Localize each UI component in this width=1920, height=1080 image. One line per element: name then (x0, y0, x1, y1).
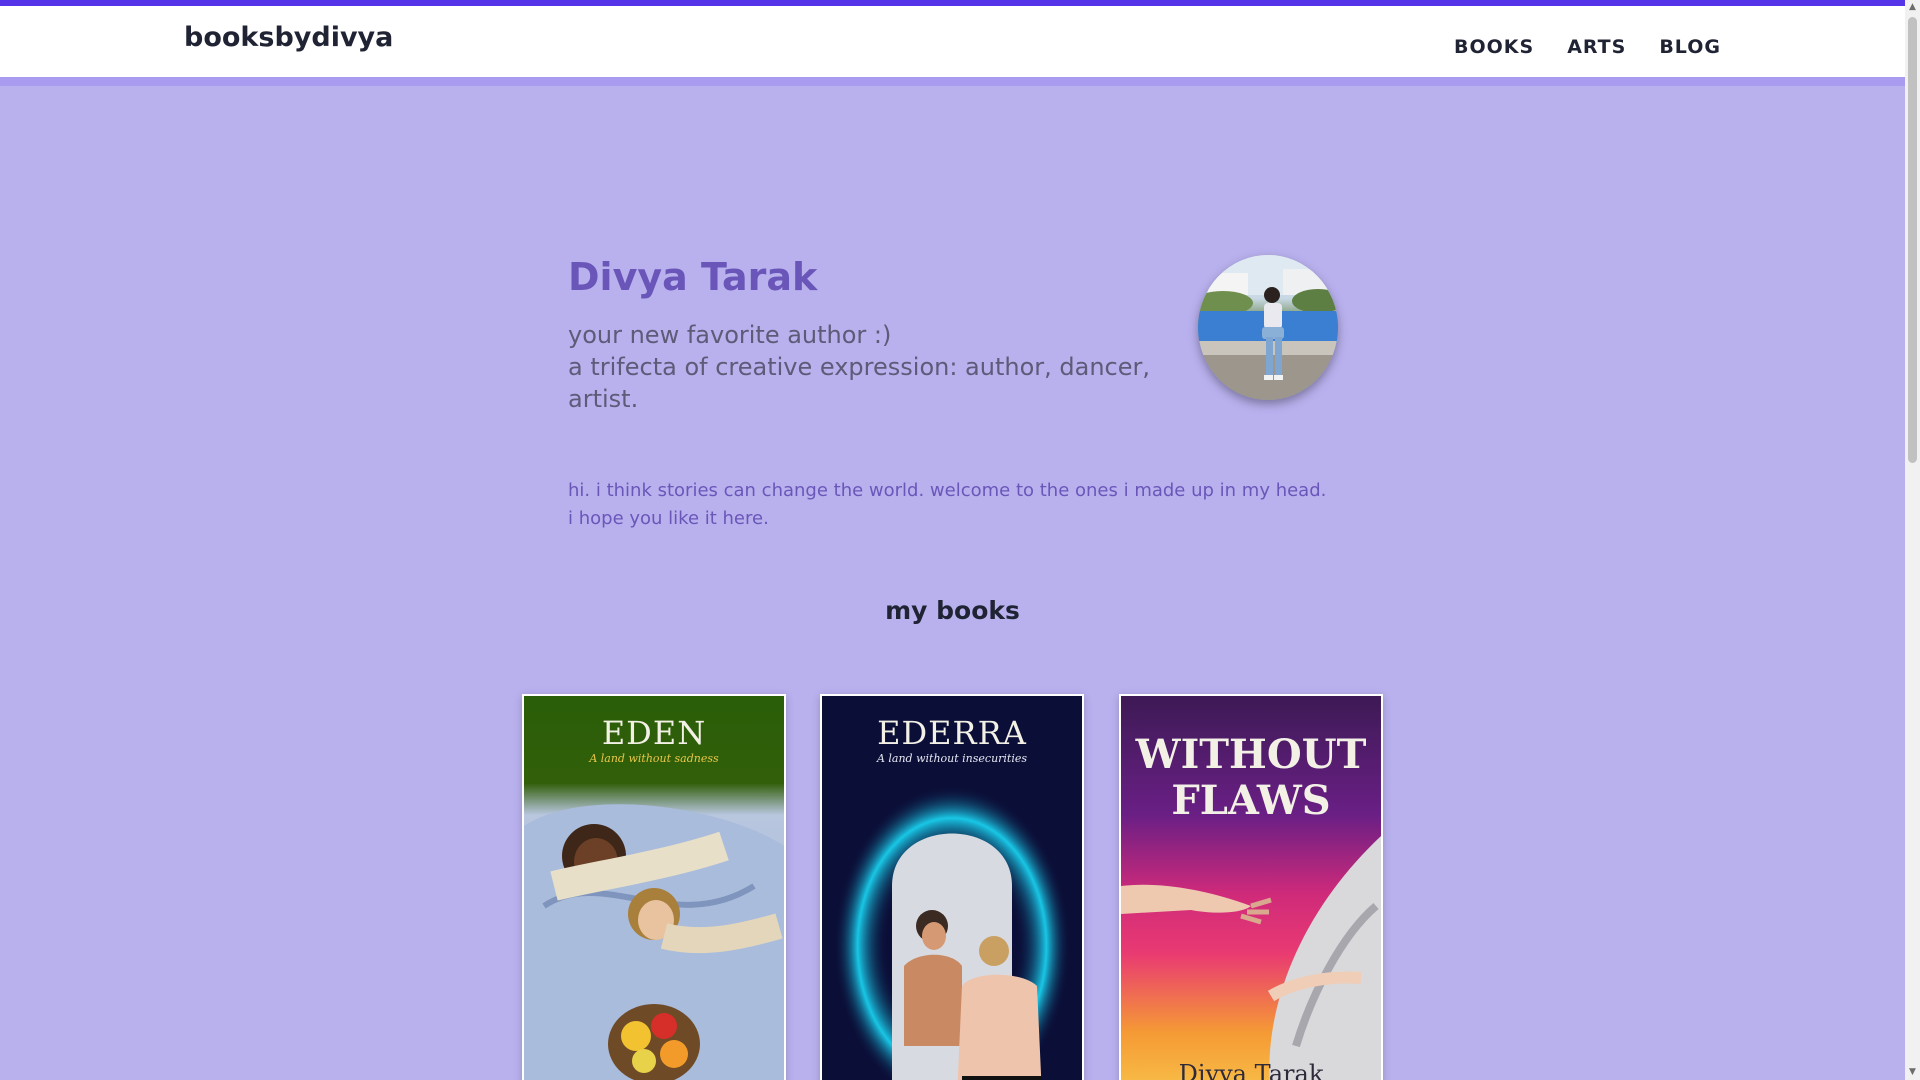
tagline-line-2: a trifecta of creative expression: autho… (568, 352, 1151, 413)
avatar-photo-illustration (1198, 255, 1338, 400)
tagline-line-1: your new favorite author :) (568, 320, 892, 349)
main-nav: BOOKS ARTS BLOG (1454, 36, 1721, 58)
navbar: booksbydivya BOOKS ARTS BLOG (0, 6, 1905, 86)
nav-link-blog[interactable]: BLOG (1659, 36, 1721, 58)
tagline: your new favorite author :) a trifecta o… (568, 319, 1158, 415)
book-author: Divya Tarak (1178, 1060, 1324, 1080)
scrollbar-thumb[interactable] (1908, 17, 1917, 463)
scroll-up-icon[interactable]: ▲ (1905, 0, 1920, 15)
book-subtitle: A land without insecurities (876, 752, 1028, 765)
books-section-title: my books (885, 596, 1020, 625)
book-cover-art (834, 786, 1070, 1080)
scroll-down-icon[interactable]: ▼ (1905, 1065, 1920, 1080)
nav-link-arts[interactable]: ARTS (1567, 36, 1626, 58)
brand-logo-link[interactable]: booksbydivya (184, 22, 393, 53)
intro-line-1: hi. i think stories can change the world… (568, 480, 1327, 501)
book-title: EDEN (601, 714, 707, 752)
book-card-ederra[interactable]: EDERRA A land without insecurities (820, 694, 1084, 1080)
page-scrollbar[interactable]: ▲ ▼ (1905, 0, 1920, 1080)
book-card-eden[interactable]: EDEN A land without sadness (522, 694, 786, 1080)
book-cover-art (1121, 836, 1381, 1080)
author-avatar (1198, 255, 1338, 400)
intro-text: hi. i think stories can change the world… (568, 477, 1358, 533)
nav-link-books[interactable]: BOOKS (1454, 36, 1534, 58)
book-cover-art (524, 804, 784, 1080)
book-title: EDERRA (877, 714, 1027, 752)
book-card-without-flaws[interactable]: WITHOUT FLAWS Divya Tarak (1119, 694, 1383, 1080)
book-subtitle: A land without sadness (589, 752, 719, 765)
intro-line-2: i hope you like it here. (568, 508, 769, 529)
